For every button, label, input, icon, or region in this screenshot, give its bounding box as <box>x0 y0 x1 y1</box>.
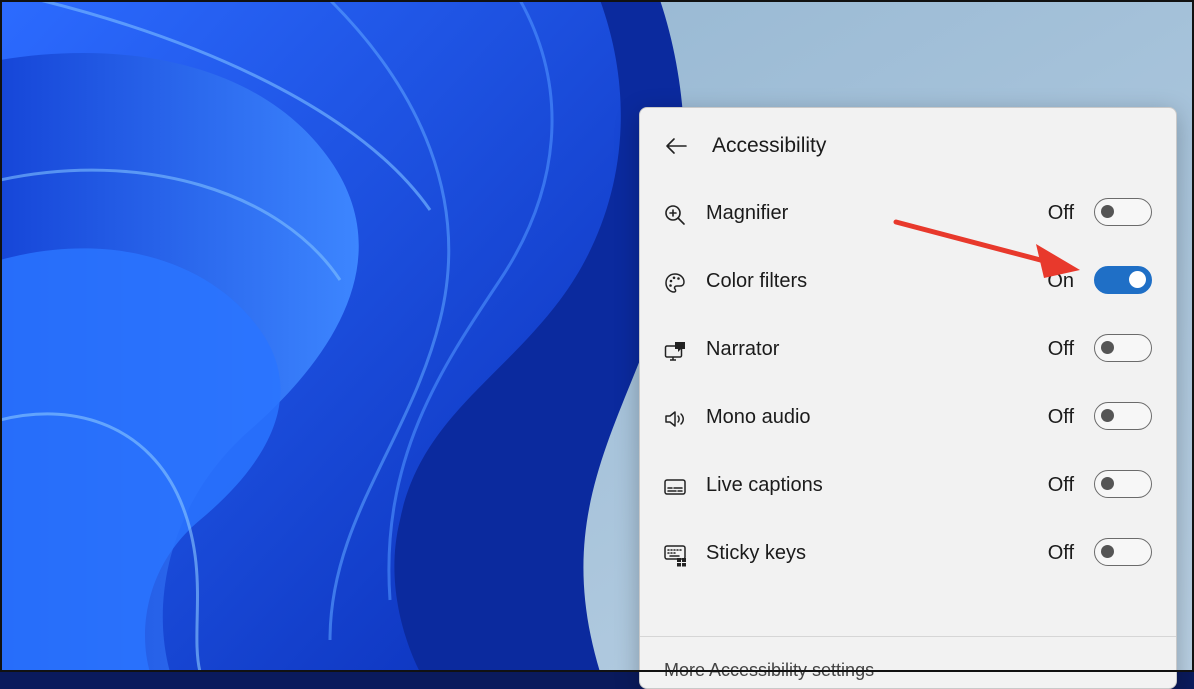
setting-state: Off <box>1047 542 1074 564</box>
setting-state: Off <box>1047 406 1074 428</box>
toggle-knob <box>1101 205 1114 218</box>
toggle-knob <box>1129 271 1146 288</box>
setting-state: Off <box>1047 338 1074 360</box>
color-filters-toggle[interactable] <box>1094 266 1152 294</box>
setting-label: Narrator <box>706 338 780 360</box>
live-captions-toggle[interactable] <box>1094 470 1152 498</box>
keyboard-icon <box>662 542 688 568</box>
setting-row-color-filters: Color filters On <box>640 258 1176 306</box>
setting-state: On <box>1047 270 1074 292</box>
toggle-knob <box>1101 341 1114 354</box>
narrator-toggle[interactable] <box>1094 334 1152 362</box>
panel-header: Accessibility <box>640 126 1176 166</box>
setting-row-sticky-keys: Sticky keys Off <box>640 530 1176 578</box>
setting-label: Sticky keys <box>706 542 807 564</box>
setting-row-mono-audio: Mono audio Off <box>640 394 1176 442</box>
panel-title: Accessibility <box>712 134 827 157</box>
speaker-icon <box>662 406 688 432</box>
mono-audio-toggle[interactable] <box>1094 402 1152 430</box>
palette-icon <box>662 270 688 296</box>
magnifier-toggle[interactable] <box>1094 198 1152 226</box>
toggle-knob <box>1101 545 1114 558</box>
sticky-keys-toggle[interactable] <box>1094 538 1152 566</box>
panel-divider <box>640 636 1176 637</box>
setting-state: Off <box>1047 474 1074 496</box>
toggle-knob <box>1101 409 1114 422</box>
toggle-knob <box>1101 477 1114 490</box>
magnifier-icon <box>662 202 688 228</box>
setting-row-magnifier: Magnifier Off <box>640 190 1176 238</box>
setting-label: Color filters <box>706 270 808 292</box>
setting-label: Magnifier <box>706 202 789 224</box>
accessibility-panel: Accessibility Magnifier Off Color filter… <box>639 107 1177 689</box>
setting-row-narrator: Narrator Off <box>640 326 1176 374</box>
narrator-icon <box>662 338 688 364</box>
more-accessibility-settings-link[interactable]: More Accessibility settings <box>664 660 874 681</box>
setting-label: Live captions <box>706 474 823 496</box>
setting-row-live-captions: Live captions Off <box>640 462 1176 510</box>
back-button[interactable] <box>658 130 694 162</box>
setting-state: Off <box>1047 202 1074 224</box>
captions-icon <box>662 474 688 500</box>
back-arrow-icon <box>666 138 687 154</box>
setting-label: Mono audio <box>706 406 811 428</box>
